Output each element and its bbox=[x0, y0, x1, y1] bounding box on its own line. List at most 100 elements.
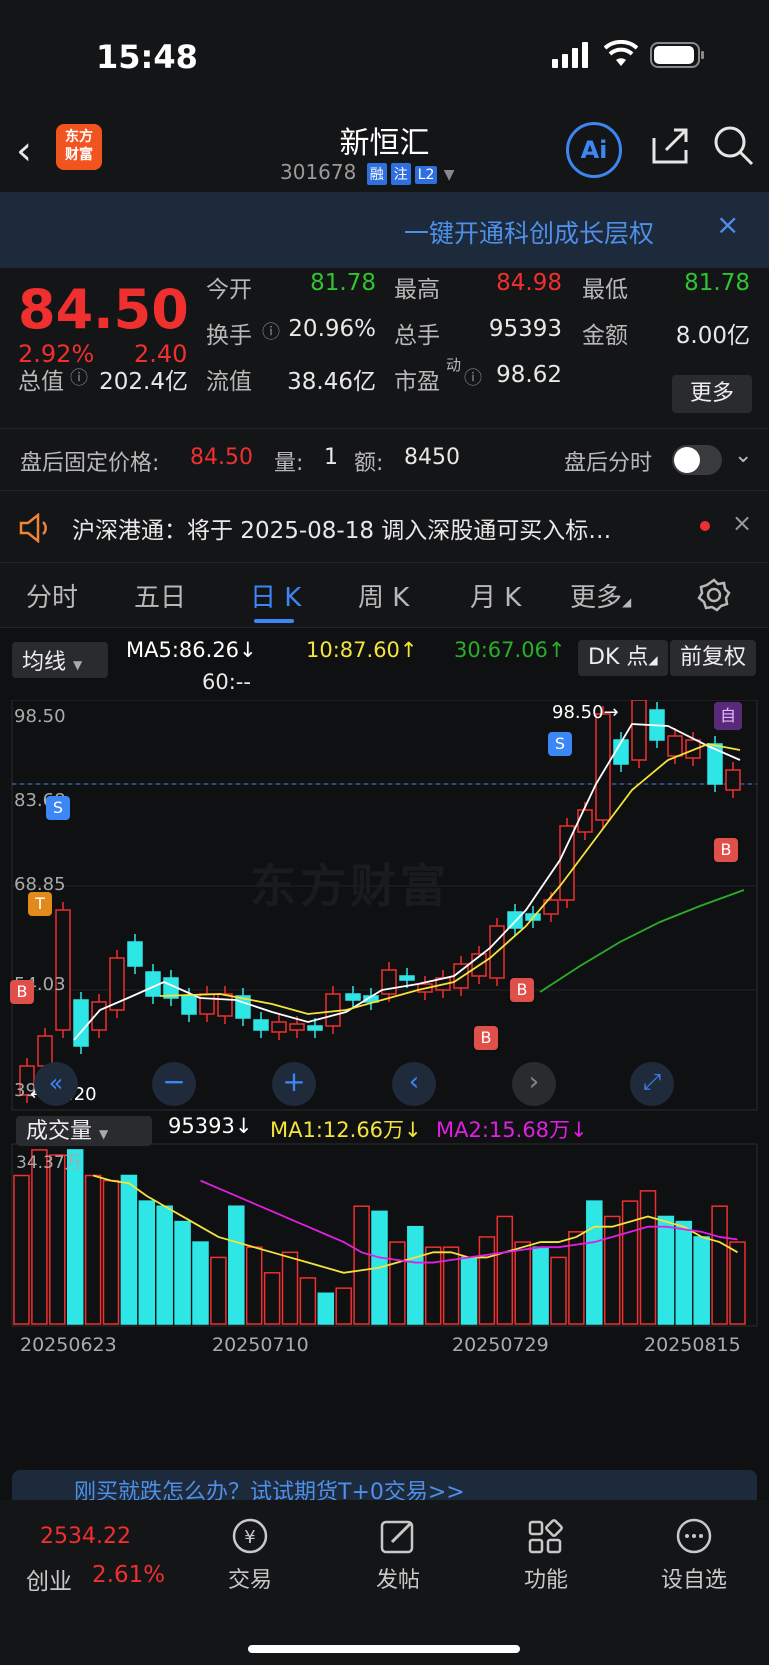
volume-bar bbox=[13, 1174, 30, 1325]
chevron-right-icon[interactable]: › bbox=[512, 1062, 556, 1106]
stock-code-row[interactable]: 301678 融注 L2 ▼ bbox=[280, 160, 455, 185]
ma10-label: 10:87.60 bbox=[306, 638, 400, 662]
candle-body bbox=[73, 999, 89, 1047]
volume-bar bbox=[102, 1179, 120, 1325]
dk-point-label: DK 点 bbox=[588, 645, 649, 670]
index-change[interactable]: 2.61% bbox=[92, 1562, 165, 1588]
tab-intraday[interactable]: 分时 bbox=[26, 577, 78, 614]
ma5-label: MA5:86.26 bbox=[126, 638, 240, 662]
nav-trade[interactable]: ¥ 交易 bbox=[190, 1516, 310, 1594]
tag-registered: 注 bbox=[390, 163, 411, 185]
search-icon[interactable] bbox=[712, 124, 756, 168]
volume-bar bbox=[31, 1149, 48, 1325]
current-price: 84.50 bbox=[18, 278, 189, 341]
notice-row[interactable]: 沪深港通：将于 2025-08-18 调入深股通可买入标… × bbox=[0, 490, 769, 562]
gear-icon[interactable] bbox=[696, 577, 732, 613]
volume-bar bbox=[317, 1292, 335, 1325]
index-name[interactable]: 创业 bbox=[26, 1562, 72, 1596]
volume-bar bbox=[210, 1256, 227, 1325]
sell-signal-badge[interactable]: S bbox=[46, 796, 70, 820]
volume-bar bbox=[693, 1236, 710, 1325]
nav-post[interactable]: 发帖 bbox=[338, 1516, 458, 1594]
volume-selector-label: 成交量 bbox=[26, 1119, 93, 1144]
ma30-label: 30:67.06 bbox=[454, 638, 548, 662]
close-icon[interactable]: × bbox=[732, 509, 752, 537]
zoom-out-icon[interactable]: − bbox=[152, 1062, 196, 1106]
volume-selector[interactable]: 成交量 ▼ bbox=[16, 1116, 152, 1146]
market-cap-value: 202.4亿 bbox=[99, 369, 188, 395]
chevron-left-icon[interactable]: ‹ bbox=[392, 1062, 436, 1106]
turnover-label: 换手 bbox=[206, 323, 252, 349]
self-select-badge[interactable]: 自 bbox=[714, 702, 742, 730]
date-label-3: 20250729 bbox=[452, 1334, 549, 1356]
volume-bar bbox=[228, 1205, 245, 1325]
nav-functions[interactable]: 功能 bbox=[486, 1516, 606, 1594]
kline-chart-area[interactable]: 98.50 83.68 68.85 54.03 39.20 98.50→ ←39… bbox=[0, 692, 769, 1370]
volume-bar bbox=[156, 1205, 173, 1325]
turnover-value: 20.96% bbox=[288, 316, 376, 342]
toggle-knob bbox=[674, 447, 700, 473]
notice-text: 沪深港通：将于 2025-08-18 调入深股通可买入标… bbox=[72, 518, 612, 544]
open-label: 今开 bbox=[206, 277, 252, 303]
ma-selector[interactable]: 均线 ▼ bbox=[12, 642, 108, 678]
volume-max-label: 34.37万 bbox=[16, 1153, 82, 1173]
high-marker: 98.50→ bbox=[552, 702, 619, 723]
ma10-value: 10:87.60↑ bbox=[306, 638, 418, 662]
fixed-price-label: 盘后固定价格: bbox=[20, 451, 160, 476]
dropdown-icon: ▼ bbox=[443, 167, 455, 183]
ah-volume-value: 1 bbox=[324, 445, 338, 470]
candle-body bbox=[307, 1025, 323, 1031]
nav-post-label: 发帖 bbox=[375, 1568, 420, 1593]
tab-monthly-k[interactable]: 月 K bbox=[470, 577, 521, 614]
share-icon[interactable] bbox=[648, 124, 692, 168]
kline-chart[interactable] bbox=[0, 692, 769, 1370]
ai-button[interactable]: Ai bbox=[566, 122, 622, 178]
volume-bar bbox=[514, 1241, 531, 1325]
tab-daily-k[interactable]: 日 K bbox=[250, 577, 301, 614]
adjust-button[interactable]: 前复权 bbox=[670, 640, 757, 676]
sell-signal-badge[interactable]: S bbox=[548, 732, 572, 756]
volume-bar bbox=[639, 1190, 657, 1325]
fullscreen-icon[interactable]: ⤢ bbox=[630, 1062, 674, 1106]
nav-add-watchlist[interactable]: 设自选 bbox=[634, 1516, 754, 1594]
unread-dot bbox=[700, 521, 710, 531]
pe-superscript: 动 bbox=[446, 356, 462, 374]
candle-body bbox=[399, 975, 415, 981]
info-icon[interactable]: ⓘ bbox=[70, 364, 88, 390]
tab-five-day[interactable]: 五日 bbox=[134, 577, 186, 614]
close-icon[interactable]: × bbox=[716, 208, 739, 241]
volume-ma2: MA2:15.68万↓ bbox=[436, 1118, 588, 1142]
candle-body bbox=[667, 735, 683, 757]
buy-signal-badge[interactable]: B bbox=[714, 838, 738, 862]
dk-point-button[interactable]: DK 点◢ bbox=[578, 640, 668, 676]
volume-number: 95393 bbox=[168, 1114, 235, 1138]
edit-icon bbox=[380, 1520, 414, 1554]
ma5-value: MA5:86.26↓ bbox=[126, 638, 257, 662]
promo-banner[interactable]: 一键开通科创成长层权 × bbox=[0, 192, 769, 268]
volume-value: 95393 bbox=[488, 316, 562, 342]
ma30-value: 30:67.06↑ bbox=[454, 638, 566, 662]
info-icon[interactable]: ⓘ bbox=[262, 318, 280, 344]
tab-more[interactable]: 更多◢ bbox=[570, 577, 631, 614]
ah-timeshare-toggle[interactable] bbox=[672, 445, 722, 475]
chevron-down-icon[interactable]: ⌄ bbox=[734, 443, 752, 468]
buy-signal-badge[interactable]: B bbox=[10, 980, 34, 1004]
fast-back-icon[interactable]: « bbox=[34, 1062, 78, 1106]
nav-trade-label: 交易 bbox=[227, 1568, 272, 1593]
volume-bar bbox=[603, 1215, 621, 1325]
volume-bar bbox=[478, 1236, 496, 1325]
float-cap-value: 38.46亿 bbox=[287, 369, 376, 395]
pe-label: 市盈 bbox=[394, 369, 440, 395]
buy-signal-badge[interactable]: B bbox=[474, 1026, 498, 1050]
zoom-in-icon[interactable]: + bbox=[272, 1062, 316, 1106]
t-signal-badge[interactable]: T bbox=[28, 892, 52, 916]
candle-body bbox=[725, 769, 741, 791]
index-value[interactable]: 2534.22 bbox=[40, 1524, 131, 1549]
buy-signal-badge[interactable]: B bbox=[510, 978, 534, 1002]
tab-weekly-k[interactable]: 周 K bbox=[358, 577, 409, 614]
candle-body bbox=[127, 941, 143, 967]
more-button[interactable]: 更多 bbox=[672, 375, 752, 413]
volume-bar bbox=[389, 1241, 406, 1325]
candle-body bbox=[577, 809, 593, 833]
amount-value: 8.00亿 bbox=[675, 323, 750, 349]
